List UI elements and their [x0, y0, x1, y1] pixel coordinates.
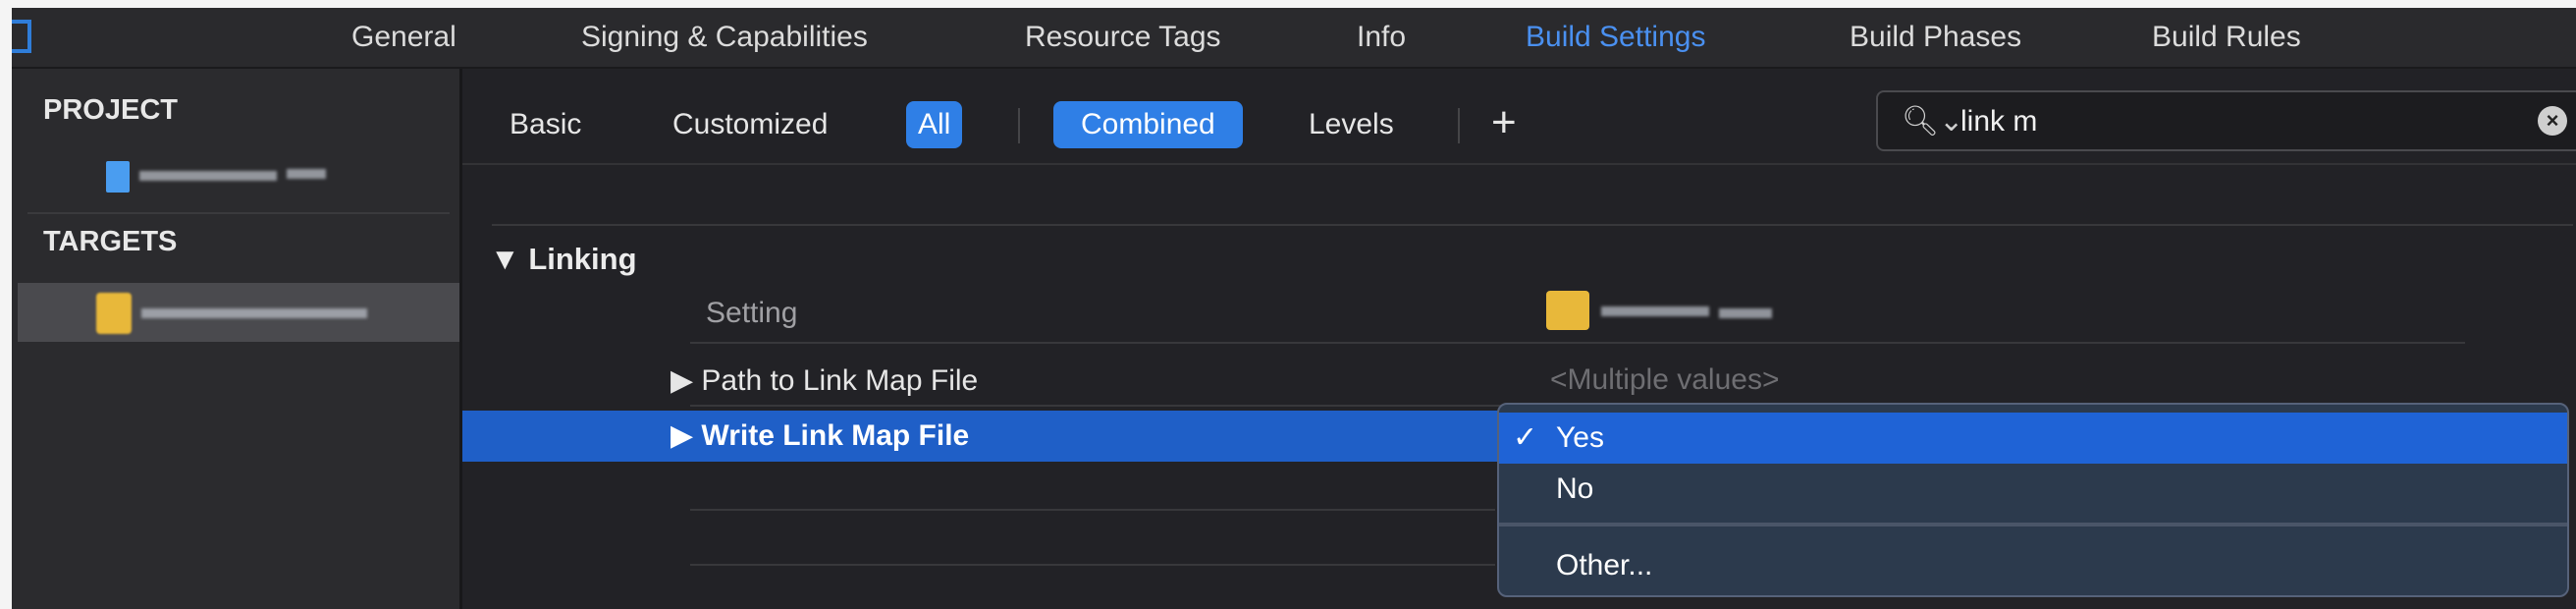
column-header-setting: Setting — [706, 297, 798, 329]
tab-build-phases[interactable]: Build Phases — [1850, 8, 2021, 67]
project-header: PROJECT — [43, 94, 178, 126]
menu-item-no[interactable]: No — [1499, 464, 2567, 515]
setting-row-path-to-link-map[interactable]: ▶ Path to Link Map File — [671, 363, 978, 398]
filter-levels-button[interactable]: Levels — [1297, 101, 1406, 148]
target-name-redacted — [141, 308, 367, 318]
target-app-icon — [96, 293, 132, 334]
add-setting-button[interactable]: + — [1491, 98, 1517, 147]
tab-resource-tags[interactable]: Resource Tags — [1025, 8, 1221, 67]
disclosure-triangle-icon[interactable]: ▶ — [671, 419, 693, 452]
setting-name: Write Link Map File — [701, 419, 970, 452]
filter-basic-button[interactable]: Basic — [498, 101, 593, 148]
search-field[interactable]: 🔍︎⌄ × — [1876, 90, 2576, 151]
search-input[interactable] — [1959, 102, 2512, 141]
filter-separator-2 — [1458, 108, 1460, 143]
clear-search-icon[interactable]: × — [2538, 106, 2567, 136]
filter-all-button[interactable]: All — [906, 101, 963, 148]
search-icon[interactable]: 🔍︎⌄ — [1902, 104, 1963, 138]
section-title: Linking — [528, 242, 637, 276]
project-navigator-sidebar: PROJECT TARGETS — [12, 69, 462, 609]
project-name-redacted — [139, 171, 277, 181]
targets-header: TARGETS — [43, 226, 178, 257]
editor-tab-bar: General Signing & Capabilities Resource … — [12, 8, 2576, 69]
filter-separator — [1018, 108, 1020, 143]
disclosure-triangle-icon[interactable]: ▼ — [490, 242, 520, 276]
section-linking-header[interactable]: ▼ Linking — [490, 242, 637, 277]
menu-separator — [1499, 523, 2567, 526]
menu-item-other[interactable]: Other... — [1499, 540, 2567, 591]
panel-toggle-icon[interactable] — [12, 20, 31, 53]
checkmark-icon: ✓ — [1513, 421, 1538, 454]
tab-build-rules[interactable]: Build Rules — [2152, 8, 2301, 67]
project-name-redacted-2 — [287, 169, 326, 179]
sidebar-divider — [27, 212, 450, 214]
project-item[interactable] — [96, 155, 391, 198]
setting-name: Path to Link Map File — [701, 364, 979, 397]
row-divider-4 — [690, 564, 1495, 566]
setting-value-multiple[interactable]: <Multiple values> — [1550, 363, 1779, 397]
filter-combined-button[interactable]: Combined — [1053, 101, 1243, 148]
tab-general[interactable]: General — [351, 8, 456, 67]
tab-build-settings[interactable]: Build Settings — [1526, 8, 1705, 67]
filter-bar: Basic Customized All Combined Levels + 🔍… — [462, 69, 2576, 165]
row-divider — [690, 342, 2465, 344]
setting-row-write-link-map-selected[interactable] — [462, 411, 1503, 462]
section-divider — [492, 224, 2573, 226]
xcode-window: General Signing & Capabilities Resource … — [12, 8, 2576, 609]
target-column-redacted — [1601, 306, 1709, 316]
setting-row-write-link-map-label[interactable]: ▶ Write Link Map File — [671, 418, 969, 453]
target-column-redacted-2 — [1719, 308, 1772, 318]
target-item-selected[interactable] — [18, 283, 459, 342]
value-popup-menu: ✓ Yes No Other... — [1497, 403, 2569, 597]
tab-info[interactable]: Info — [1357, 8, 1406, 67]
project-file-icon — [106, 161, 130, 193]
target-column-icon — [1546, 291, 1589, 330]
tab-signing-capabilities[interactable]: Signing & Capabilities — [581, 8, 868, 67]
row-divider-3 — [690, 509, 1495, 511]
menu-item-yes[interactable]: ✓ Yes — [1499, 413, 2567, 464]
filter-customized-button[interactable]: Customized — [661, 101, 839, 148]
disclosure-triangle-icon[interactable]: ▶ — [671, 364, 693, 397]
